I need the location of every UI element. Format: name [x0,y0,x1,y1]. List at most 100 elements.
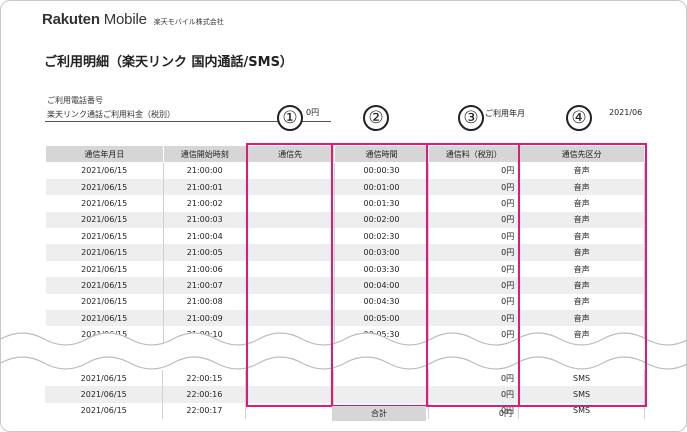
callout-number-3: ③ [458,105,484,131]
page-title: ご利用明細（楽天リンク 国内通話/SMS） [44,55,293,70]
cell-duration: 00:03:00 [334,244,430,261]
table-row: 2021/06/15 21:00:05 00:03:00 0円 音声 [45,244,645,261]
cell-duration: 00:02:00 [334,211,430,229]
cell-destination [246,162,335,179]
table-row: 2021/06/15 21:00:04 00:02:30 0円 音声 [45,228,645,245]
cell-duration [333,386,430,403]
table-body-top: 2021/06/15 21:00:00 00:00:30 0円 音声 2021/06/15… [45,162,645,343]
cell-destination-type: 音声 [518,293,645,311]
cell-start-time: 21:00:02 [163,195,247,212]
cell-date: 2021/06/15 [45,277,164,294]
cell-date: 2021/06/15 [45,293,164,311]
cell-fee: 0円 [428,386,520,403]
cell-fee: 0円 [428,260,520,278]
cell-start-time: 21:00:05 [163,244,247,261]
cell-fee: 0円 [428,178,520,196]
cell-destination-type: SMS [518,386,645,403]
cell-destination [245,370,335,387]
cell-destination-type: 音声 [518,178,645,196]
table-row: 2021/06/15 21:00:03 00:02:00 0円 音声 [45,211,645,229]
cell-start-time: 21:00:07 [163,277,247,294]
cell-start-time: 21:00:04 [163,228,247,245]
table-row: 2021/06/15 21:00:08 00:04:30 0円 音声 [45,293,645,311]
cell-duration: 00:03:30 [334,260,430,278]
statement-panel: Rakuten Mobile 楽天モバイル株式会社 ご利用明細（楽天リンク 国内… [0,0,687,432]
logo-wordmark: Rakuten Mobile [42,11,147,28]
cell-start-time: 22:00:16 [162,386,247,403]
cell-duration: 00:05:00 [334,310,430,327]
fee-value: 0円 [306,108,320,117]
cell-start-time: 21:00:00 [163,162,247,179]
cell-duration [333,370,430,387]
cell-date: 2021/06/15 [45,211,164,229]
cell-destination [245,386,335,403]
cell-date: 2021/06/15 [45,162,164,179]
cell-destination [245,402,335,420]
column-header: 通信先 [245,145,335,163]
cell-fee: 0円 [428,310,520,327]
cell-destination-type: 音声 [518,277,645,294]
cell-fee: 0円 [428,293,520,311]
cell-date: 2021/06/15 [45,386,164,403]
cell-destination [246,211,335,229]
cell-fee: 0円 [428,162,520,179]
cell-destination [246,244,335,261]
column-header: 通信料（税別） [428,145,520,163]
cell-start-time: 21:00:01 [163,178,247,196]
cell-date: 2021/06/15 [45,228,164,245]
cell-destination [246,293,335,311]
cell-destination-type: 音声 [518,211,645,229]
total-value: 0円 [498,409,512,418]
cell-duration: 00:02:30 [334,228,430,245]
cell-destination-type: 音声 [518,195,645,212]
table-row: 2021/06/15 21:00:02 00:01:30 0円 音声 [45,195,645,212]
cell-date: 2021/06/15 [45,310,164,327]
cell-date: 2021/06/15 [45,195,164,212]
phone-number-label: ご利用電話番号 [47,96,103,105]
cell-destination-type: SMS [518,402,645,420]
column-header: 通信先区分 [518,145,645,163]
cell-fee: 0円 [428,244,520,261]
cell-date: 2021/06/15 [45,178,164,196]
table-row: 2021/06/15 22:00:15 0円 SMS [45,370,645,387]
cell-destination-type: 音声 [518,228,645,245]
cell-destination-type: 音声 [518,162,645,179]
cell-start-time: 22:00:15 [162,370,247,387]
table-row: 2021/06/15 21:00:01 00:01:00 0円 音声 [45,178,645,196]
cell-destination [246,310,335,327]
cell-duration: 00:04:30 [334,293,430,311]
table-row: 2021/06/15 21:00:00 00:00:30 0円 音声 [45,162,645,179]
table-row: 2021/06/15 21:00:07 00:04:00 0円 音声 [45,277,645,294]
torn-edge-divider [1,332,686,370]
cell-duration: 00:01:30 [334,195,430,212]
cell-duration: 00:00:30 [334,162,430,179]
table-header-row: 通信年月日 通信開始時刻 通信先 通信時間 通信料（税別） 通信先区分 [45,145,645,163]
company-name: 楽天モバイル株式会社 [153,18,224,26]
table-row: 2021/06/15 21:00:06 00:03:30 0円 音声 [45,260,645,278]
month-label: ご利用年月 [485,109,525,118]
cell-fee: 0円 [428,211,520,229]
cell-destination-type: 音声 [518,260,645,278]
fee-label: 楽天リンク通話ご利用料金（税別） [47,110,175,119]
cell-fee: 0円 [428,370,520,387]
cell-date: 2021/06/15 [45,244,164,261]
cell-fee: 0円 [428,228,520,245]
cell-date: 2021/06/15 [45,370,164,387]
cell-start-time: 21:00:09 [163,310,247,327]
table-row: 2021/06/15 22:00:16 0円 SMS [45,386,645,403]
cell-fee: 0円 [428,277,520,294]
column-header: 通信時間 [333,145,430,163]
cell-destination [246,178,335,196]
cell-destination-type: 音声 [518,310,645,327]
cell-destination [246,195,335,212]
cell-date: 2021/06/15 [45,260,164,278]
cell-fee: 0円 [428,195,520,212]
cell-destination [246,228,335,245]
cell-date: 2021/06/15 [45,402,164,420]
cell-destination-type: 音声 [518,244,645,261]
cell-duration: 00:04:00 [334,277,430,294]
cell-start-time: 21:00:08 [163,293,247,311]
cell-duration: 00:01:00 [334,178,430,196]
column-header: 通信開始時刻 [162,145,247,163]
column-header: 通信年月日 [45,145,164,163]
